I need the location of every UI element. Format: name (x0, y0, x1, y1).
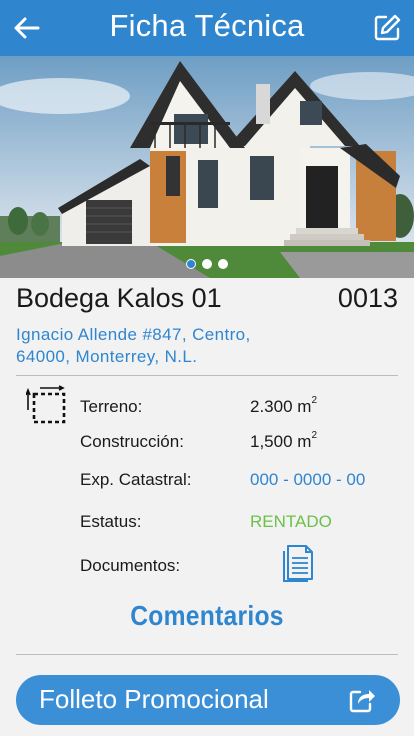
area-measure-icon (26, 385, 66, 424)
edit-button[interactable] (372, 13, 402, 43)
comments-link[interactable]: Comentarios (25, 600, 389, 632)
house-photo (0, 56, 414, 278)
share-icon (349, 690, 375, 713)
document-icon[interactable] (278, 543, 316, 585)
property-address[interactable]: Ignacio Allende #847, Centro, 64000, Mon… (16, 324, 316, 368)
carousel-dot[interactable] (202, 259, 212, 269)
divider (16, 654, 398, 655)
estatus-label: Estatus: (80, 512, 142, 531)
terreno-value: 2.300 m2 (250, 395, 317, 416)
property-name: Bodega Kalos 01 (16, 283, 222, 313)
edit-icon (374, 14, 401, 41)
property-photo-carousel[interactable] (0, 56, 414, 278)
terreno-label: Terreno: (80, 397, 143, 416)
folleto-promocional-button[interactable]: Folleto Promocional (16, 675, 400, 725)
folleto-label: Folleto Promocional (39, 684, 269, 714)
construccion-label: Construcción: (80, 432, 184, 451)
address-line-2: 64000, Monterrey, N.L. (16, 347, 198, 366)
divider (16, 375, 398, 376)
app-header: Ficha Técnica (0, 0, 414, 56)
carousel-dot[interactable] (186, 259, 196, 269)
status-badge: RENTADO (250, 512, 332, 531)
construccion-value: 1,500 m2 (250, 430, 317, 451)
documentos-label: Documentos: (80, 556, 181, 575)
property-code: 0013 (337, 283, 398, 313)
carousel-dots (0, 256, 414, 274)
page-title: Ficha Técnica (109, 8, 305, 43)
address-line-1: Ignacio Allende #847, Centro, (16, 325, 251, 344)
catastral-value[interactable]: 000 - 0000 - 00 (250, 470, 365, 490)
catastral-label: Exp. Catastral: (80, 470, 192, 489)
carousel-dot[interactable] (218, 259, 228, 269)
